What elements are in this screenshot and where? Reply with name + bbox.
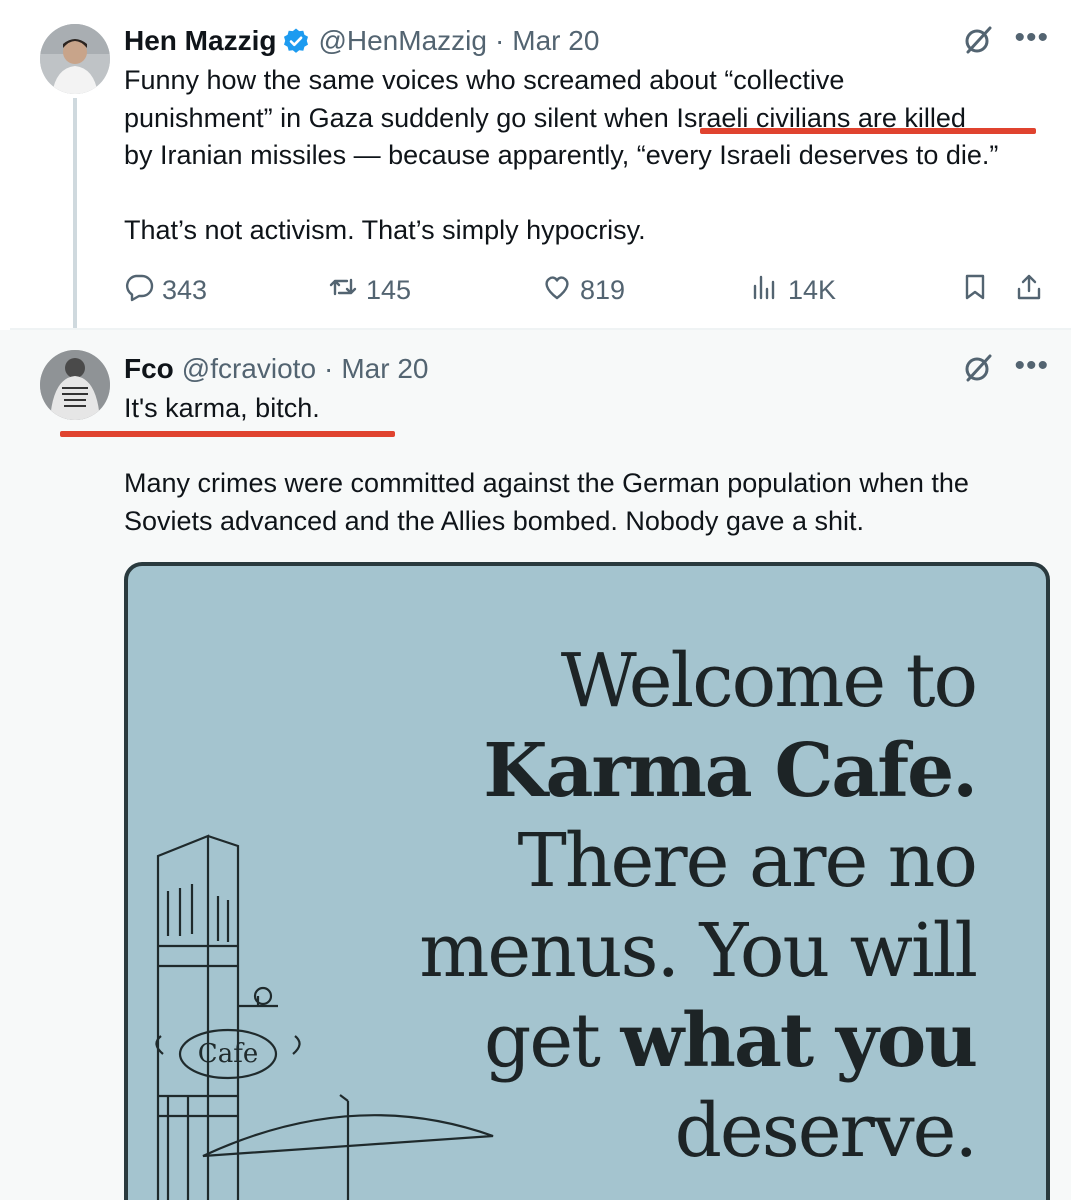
more-icon[interactable]: ••• xyxy=(1014,22,1049,53)
meme-line: menus. You will xyxy=(419,908,978,994)
meme-caption: Welcome to Karma Cafe. There are no menu… xyxy=(419,636,978,1176)
like-count: 819 xyxy=(580,274,626,305)
like-button[interactable]: 819 xyxy=(542,270,625,310)
avatar[interactable] xyxy=(40,24,110,94)
share-button[interactable] xyxy=(1014,270,1044,310)
more-icon[interactable]: ••• xyxy=(1014,350,1049,381)
attached-image[interactable]: Cafe Welcome to Karma Cafe. There are no… xyxy=(124,562,1050,1200)
tweet-actions: 343 145 819 14K xyxy=(124,270,1054,310)
tweet-date[interactable]: Mar 20 xyxy=(341,353,428,385)
highlight-underline xyxy=(60,431,395,437)
tweet-header: Hen Mazzig @HenMazzig · Mar 20 xyxy=(124,21,599,61)
meme-line-bold: what you xyxy=(620,998,978,1084)
tweet-header-actions: ••• xyxy=(962,350,1049,389)
tweet-header: Fco @fcravioto · Mar 20 xyxy=(124,349,429,389)
grok-icon[interactable] xyxy=(962,24,994,61)
views-button[interactable]: 14K xyxy=(750,270,836,310)
tweet-text: Funny how the same voices who screamed a… xyxy=(124,62,1054,175)
view-count: 14K xyxy=(788,274,837,305)
author-handle[interactable]: @HenMazzig xyxy=(318,25,486,57)
meme-line: Welcome to xyxy=(560,638,978,724)
reply-count: 343 xyxy=(162,274,208,305)
repost-icon xyxy=(328,272,358,309)
cafe-sign-text: Cafe xyxy=(198,1039,258,1069)
tweet-text-line: Many crimes were committed against the G… xyxy=(124,468,969,498)
reply-icon xyxy=(124,272,154,309)
tweet-text-line: by Iranian missiles — because apparently… xyxy=(124,140,999,170)
separator-dot: · xyxy=(324,353,334,384)
avatar[interactable] xyxy=(40,350,110,420)
tweet-text-paragraph: That’s not activism. That’s simply hypoc… xyxy=(124,215,646,245)
tweet-date[interactable]: Mar 20 xyxy=(512,25,599,57)
meme-line: Karma Cafe. xyxy=(483,728,978,814)
views-icon xyxy=(750,272,780,309)
meme-line-part: get xyxy=(484,998,621,1084)
bookmark-icon xyxy=(960,272,990,309)
author-name[interactable]: Hen Mazzig xyxy=(124,25,276,57)
grok-icon[interactable] xyxy=(962,352,994,389)
tweet-text: It's karma, bitch. xyxy=(124,393,320,423)
tweet-main: Hen Mazzig @HenMazzig · Mar 20 ••• Funny… xyxy=(0,0,1071,348)
verified-badge-icon xyxy=(282,27,310,55)
meme-line: get what you xyxy=(419,996,978,1086)
bookmark-button[interactable] xyxy=(960,270,990,310)
reply-button[interactable]: 343 xyxy=(124,270,207,310)
share-icon xyxy=(1014,272,1044,309)
like-icon xyxy=(542,272,572,309)
tweet-text: Many crimes were committed against the G… xyxy=(124,465,1064,540)
author-name[interactable]: Fco xyxy=(124,353,174,385)
repost-count: 145 xyxy=(366,274,412,305)
tweet-text-line: Funny how the same voices who screamed a… xyxy=(124,65,845,95)
author-handle[interactable]: @fcravioto xyxy=(182,353,316,385)
tweet-header-actions: ••• xyxy=(962,22,1049,61)
highlight-underline xyxy=(700,128,1036,134)
tweet-text-line: Soviets advanced and the Allies bombed. … xyxy=(124,505,864,536)
thread-connector xyxy=(73,98,77,348)
meme-line: There are no xyxy=(517,818,978,904)
meme-line: deserve. xyxy=(674,1088,978,1174)
separator-dot: · xyxy=(494,25,505,56)
repost-button[interactable]: 145 xyxy=(328,270,411,310)
